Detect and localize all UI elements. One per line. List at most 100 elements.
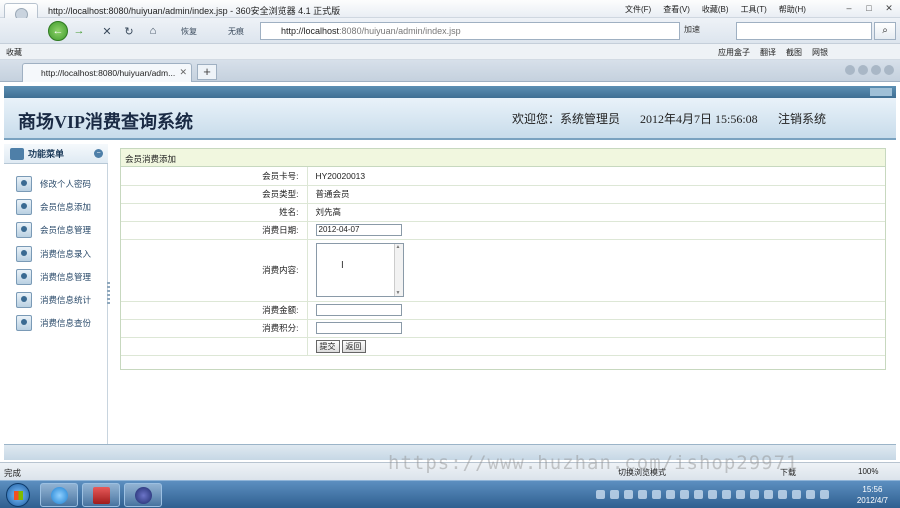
actions-spacer [121,337,308,356]
system-name: 商场VIP消费查询系统 [18,112,193,132]
content-textarea[interactable] [315,243,404,297]
menu-help[interactable]: 帮助(H) [779,4,806,15]
tray-icon[interactable] [596,490,605,499]
search-input[interactable] [736,22,872,40]
restore-button[interactable]: 恢复 [168,22,210,40]
forward-arrow-icon[interactable]: → [72,22,86,40]
menu-file[interactable]: 文件(F) [625,4,651,15]
tab-controls [845,65,894,75]
user-icon [16,175,32,192]
menu-favorites[interactable]: 收藏(B) [702,4,729,15]
date-label: 消费日期: [121,221,308,240]
refresh-icon[interactable]: ↻ [122,22,136,40]
tray-icon[interactable] [820,490,829,499]
menu-view[interactable]: 查看(V) [663,4,690,15]
strip-control-icon[interactable] [870,88,892,96]
tray-icon[interactable] [736,490,745,499]
textarea-scrollbar[interactable] [393,244,403,296]
extension-toolbar: 应用盒子 翻译 截图 网银 [718,47,828,58]
clock-date: 2012/4/7 [856,496,888,505]
address-host: http://localhost [281,26,340,36]
back-button[interactable]: 返回 [341,339,366,353]
tray-icon[interactable] [792,490,801,499]
sidebar-item-consumption-stats[interactable]: 消费信息统计 [16,288,91,311]
tray-icon[interactable] [652,490,661,499]
screenshot-button[interactable]: 截图 [786,47,802,58]
tray-icon[interactable] [624,490,633,499]
tab-close-icon[interactable]: ✕ [179,67,187,78]
sidebar-item-manage-consumption[interactable]: 消费信息管理 [16,265,91,288]
sidebar-item-add-member[interactable]: 会员信息添加 [16,195,91,218]
form-row-amount: 消费金额: [121,301,885,320]
incognito-button[interactable]: 无痕 [216,22,256,40]
close-icon[interactable]: ✕ [882,2,896,14]
accelerate-button[interactable]: 加速 [684,24,700,35]
stop-icon[interactable]: ✕ [100,22,114,40]
collapse-icon[interactable]: − [94,149,103,158]
user-icon [16,292,32,309]
menu-tools[interactable]: 工具(T) [741,4,767,15]
back-arrow-icon[interactable]: ← [48,21,68,41]
tray-icon[interactable] [610,490,619,499]
ie-icon [51,487,68,504]
start-button-icon[interactable] [6,483,30,507]
favorites-bar: 收藏 应用盒子 翻译 截图 网银 [0,44,900,60]
web-page: 商场VIP消费查询系统 欢迎您：系统管理员 2012年4月7日 15:56:08… [0,82,900,462]
menu-calendar-icon [10,148,24,160]
tray-icon[interactable] [708,490,717,499]
card-label: 会员卡号: [121,167,308,186]
zoom-level[interactable]: 100% [858,467,878,476]
taskbar-eclipse-button[interactable] [124,483,162,507]
tray-icon[interactable] [680,490,689,499]
tab-title: http://localhost:8080/huiyuan/adm... [41,68,176,78]
new-tab-button[interactable]: + [197,64,217,80]
taskbar-clock[interactable]: 15:56 2012/4/7 [857,484,888,506]
sidebar-title: 功能菜单 [28,149,65,159]
window-title: http://localhost:8080/huiyuan/admin/inde… [48,6,341,16]
sidebar-item-enter-consumption[interactable]: 消费信息录入 [16,242,91,265]
address-bar[interactable]: http://localhost:8080/huiyuan/admin/inde… [260,22,680,40]
taskbar-app-button[interactable] [82,483,120,507]
watermark-text: https://www.huzhan.com/ishop29971 [388,452,799,474]
browser-tab[interactable]: http://localhost:8080/huiyuan/adm... ✕ [22,63,192,82]
tray-icon[interactable] [638,490,647,499]
tab-next-icon[interactable] [858,65,868,75]
date-field[interactable]: 2012-04-07 [315,224,402,236]
sidebar-item-change-password[interactable]: 修改个人密码 [16,172,91,195]
submit-button[interactable]: 提交 [315,339,340,353]
sidebar-item-consumption-query[interactable]: 消费信息查份 [16,312,91,335]
translate-button[interactable]: 翻译 [760,47,776,58]
logout-link[interactable]: 注销系统 [778,110,826,127]
form-table: 会员卡号: HY20020013 会员类型: 普通会员 姓名: 刘先高 消费日期… [121,167,885,356]
tray-icon[interactable] [778,490,787,499]
clock-time: 15:56 [862,485,883,494]
maximize-icon[interactable]: □ [862,2,876,14]
tray-icon[interactable] [666,490,675,499]
amount-field[interactable] [315,304,402,316]
form-row-content: 消费内容: [121,239,885,302]
restore-label: 恢复 [181,26,197,36]
tray-icon[interactable] [764,490,773,499]
tab-close-all-icon[interactable] [884,65,894,75]
points-field[interactable] [315,322,402,334]
tray-icon[interactable] [722,490,731,499]
sidebar-item-manage-members[interactable]: 会员信息管理 [16,219,91,242]
tray-icon[interactable] [694,490,703,499]
tray-icon[interactable] [806,490,815,499]
banking-button[interactable]: 网银 [812,47,828,58]
sidebar-splitter-handle[interactable] [107,282,110,304]
text-cursor-icon: I [341,260,344,271]
app-box-button[interactable]: 应用盒子 [718,47,750,58]
tab-list-icon[interactable] [871,65,881,75]
amount-label: 消费金额: [121,301,308,320]
minimize-icon[interactable]: – [842,2,856,14]
search-icon[interactable]: ⌕ [874,22,896,40]
app-icon [93,487,110,504]
window-controls: – □ ✕ [842,2,896,14]
favorites-button[interactable]: 收藏 [6,47,22,58]
tab-prev-icon[interactable] [845,65,855,75]
browser-titlebar: http://localhost:8080/huiyuan/admin/inde… [0,0,900,35]
tray-icon[interactable] [750,490,759,499]
home-icon[interactable]: ⌂ [146,22,160,40]
taskbar-ie-button[interactable] [40,483,78,507]
